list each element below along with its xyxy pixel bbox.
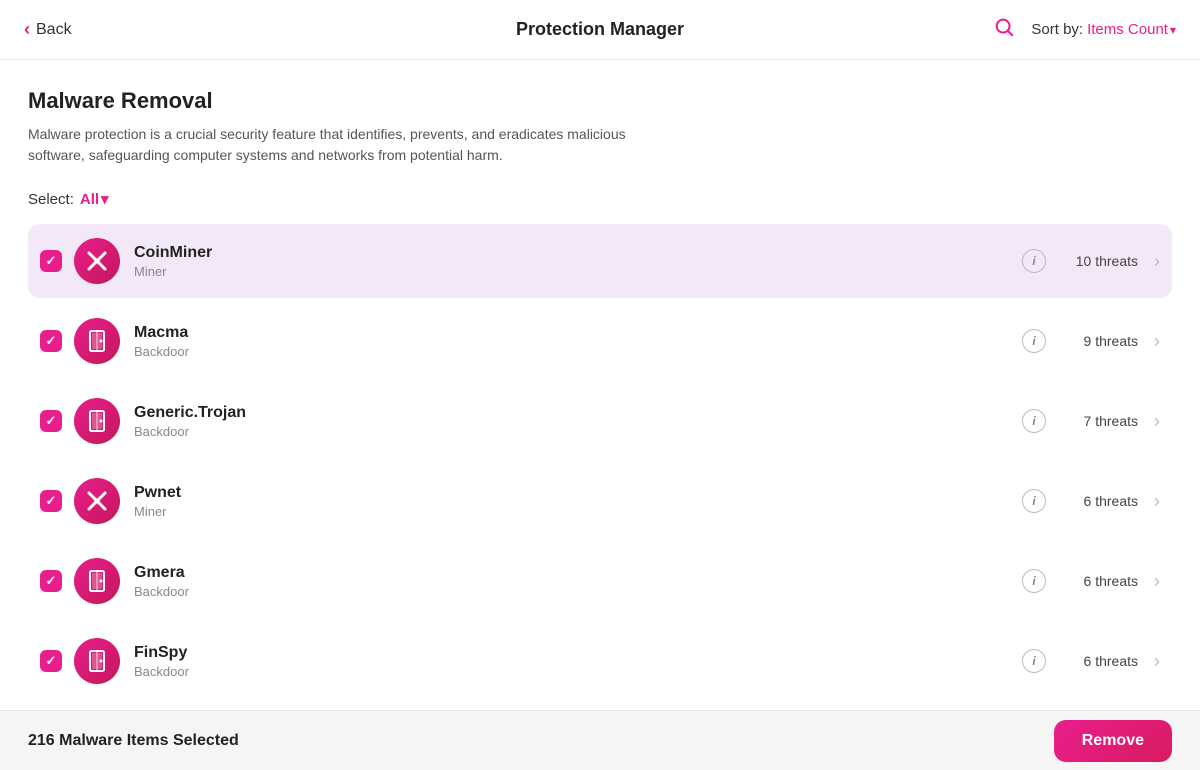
malware-info-generic-trojan: Generic.Trojan Backdoor xyxy=(134,404,1022,439)
select-all-button[interactable]: All ▾ xyxy=(80,190,109,208)
sort-by-control: Sort by: Items Count ▾ xyxy=(1031,21,1176,38)
checkbox-generic-trojan[interactable]: ✓ xyxy=(40,410,62,432)
malware-info-gmera: Gmera Backdoor xyxy=(134,564,1022,599)
malware-item-finspy[interactable]: ✓ FinSpy Backdoori 6 threats › xyxy=(28,624,1172,698)
remove-button[interactable]: Remove xyxy=(1054,720,1172,762)
malware-type-pwnet: Miner xyxy=(134,504,1022,519)
malware-info-finspy: FinSpy Backdoor xyxy=(134,644,1022,679)
info-button-gmera[interactable]: i xyxy=(1022,569,1046,593)
threat-count-finspy: 6 threats xyxy=(1058,653,1138,669)
checkbox-macma[interactable]: ✓ xyxy=(40,330,62,352)
malware-icon-coinminer xyxy=(74,238,120,284)
sort-by-label: Sort by: xyxy=(1031,21,1083,38)
malware-name-macma: Macma xyxy=(134,324,1022,342)
malware-type-finspy: Backdoor xyxy=(134,664,1022,679)
chevron-right-icon-finspy: › xyxy=(1154,651,1160,672)
section-title: Malware Removal xyxy=(28,88,1172,114)
malware-right-macma: i 9 threats › xyxy=(1022,329,1160,353)
sort-chevron-icon: ▾ xyxy=(1170,23,1176,37)
malware-icon-pwnet xyxy=(74,478,120,524)
chevron-right-icon-gmera: › xyxy=(1154,571,1160,592)
chevron-right-icon-macma: › xyxy=(1154,331,1160,352)
malware-item-gmera[interactable]: ✓ Gmera Backdoori 6 threats › xyxy=(28,544,1172,618)
threat-count-macma: 9 threats xyxy=(1058,333,1138,349)
header-right: Sort by: Items Count ▾ xyxy=(993,16,1176,44)
malware-info-macma: Macma Backdoor xyxy=(134,324,1022,359)
malware-name-gmera: Gmera xyxy=(134,564,1022,582)
chevron-right-icon-pwnet: › xyxy=(1154,491,1160,512)
malware-icon-finspy xyxy=(74,638,120,684)
checkbox-coinminer[interactable]: ✓ xyxy=(40,250,62,272)
malware-name-generic-trojan: Generic.Trojan xyxy=(134,404,1022,422)
chevron-right-icon-generic-trojan: › xyxy=(1154,411,1160,432)
malware-name-coinminer: CoinMiner xyxy=(134,244,1022,262)
info-button-pwnet[interactable]: i xyxy=(1022,489,1046,513)
sort-value-button[interactable]: Items Count ▾ xyxy=(1087,21,1176,38)
threat-count-coinminer: 10 threats xyxy=(1058,253,1138,269)
malware-type-gmera: Backdoor xyxy=(134,584,1022,599)
info-button-generic-trojan[interactable]: i xyxy=(1022,409,1046,433)
malware-type-macma: Backdoor xyxy=(134,344,1022,359)
footer-bar: 216 Malware Items Selected Remove xyxy=(0,710,1200,770)
checkbox-finspy[interactable]: ✓ xyxy=(40,650,62,672)
select-label: Select: xyxy=(28,191,74,208)
malware-type-generic-trojan: Backdoor xyxy=(134,424,1022,439)
page-title: Protection Manager xyxy=(516,19,684,40)
malware-info-coinminer: CoinMiner Miner xyxy=(134,244,1022,279)
back-button[interactable]: ‹ Back xyxy=(24,19,72,40)
malware-right-generic-trojan: i 7 threats › xyxy=(1022,409,1160,433)
malware-item-macma[interactable]: ✓ Macma Backdoori 9 threats › xyxy=(28,304,1172,378)
section-description: Malware protection is a crucial security… xyxy=(28,124,628,166)
back-chevron-icon: ‹ xyxy=(24,19,30,40)
selected-count-label: 216 Malware Items Selected xyxy=(28,732,239,750)
back-label: Back xyxy=(36,21,72,39)
main-content: Malware Removal Malware protection is a … xyxy=(0,60,1200,770)
malware-icon-gmera xyxy=(74,558,120,604)
malware-name-pwnet: Pwnet xyxy=(134,484,1022,502)
chevron-right-icon-coinminer: › xyxy=(1154,251,1160,272)
select-row: Select: All ▾ xyxy=(28,190,1172,208)
threat-count-gmera: 6 threats xyxy=(1058,573,1138,589)
malware-right-finspy: i 6 threats › xyxy=(1022,649,1160,673)
info-button-macma[interactable]: i xyxy=(1022,329,1046,353)
malware-name-finspy: FinSpy xyxy=(134,644,1022,662)
malware-right-pwnet: i 6 threats › xyxy=(1022,489,1160,513)
malware-icon-macma xyxy=(74,318,120,364)
malware-list: ✓ CoinMiner Mineri10 threats›✓ Macma Bac… xyxy=(28,224,1172,704)
threat-count-pwnet: 6 threats xyxy=(1058,493,1138,509)
malware-right-gmera: i 6 threats › xyxy=(1022,569,1160,593)
app-header: ‹ Back Protection Manager Sort by: Items… xyxy=(0,0,1200,60)
malware-right-coinminer: i 10 threats › xyxy=(1022,249,1160,273)
malware-item-generic-trojan[interactable]: ✓ Generic.Trojan Backdoori 7 threats › xyxy=(28,384,1172,458)
checkbox-pwnet[interactable]: ✓ xyxy=(40,490,62,512)
malware-item-pwnet[interactable]: ✓ Pwnet Mineri 6 threats › xyxy=(28,464,1172,538)
checkbox-gmera[interactable]: ✓ xyxy=(40,570,62,592)
threat-count-generic-trojan: 7 threats xyxy=(1058,413,1138,429)
malware-type-coinminer: Miner xyxy=(134,264,1022,279)
info-button-coinminer[interactable]: i xyxy=(1022,249,1046,273)
malware-icon-generic-trojan xyxy=(74,398,120,444)
search-icon[interactable] xyxy=(993,16,1015,44)
malware-item-coinminer[interactable]: ✓ CoinMiner Mineri 10 threats › xyxy=(28,224,1172,298)
malware-info-pwnet: Pwnet Miner xyxy=(134,484,1022,519)
info-button-finspy[interactable]: i xyxy=(1022,649,1046,673)
